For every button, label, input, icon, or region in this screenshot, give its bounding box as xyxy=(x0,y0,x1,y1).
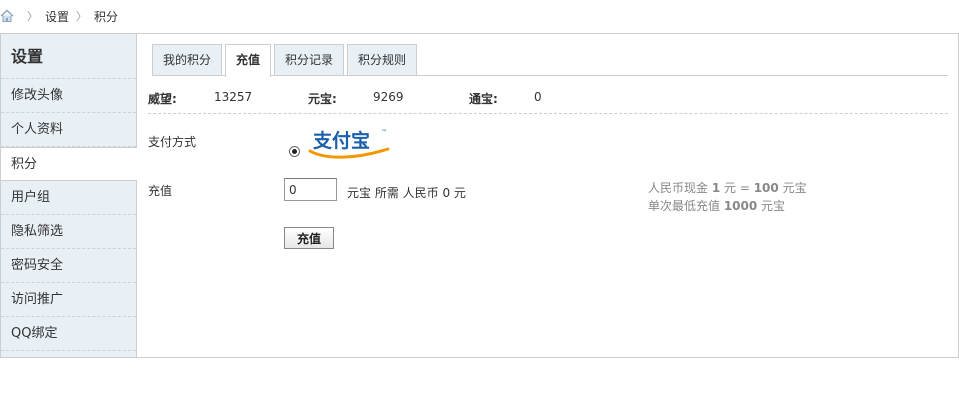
rate-prefix: 人民币现金 xyxy=(648,181,712,195)
sidebar-item-usergroup[interactable]: 用户组 xyxy=(1,181,136,215)
payment-method-label: 支付方式 xyxy=(148,135,197,149)
sidebar-item-qq-binding[interactable]: QQ绑定 xyxy=(1,317,136,351)
breadcrumb: 〉 设置 〉 积分 xyxy=(0,6,118,26)
sidebar-item-avatar[interactable]: 修改头像 xyxy=(1,79,136,113)
points-stats: 威望: 13257 元宝: 9269 通宝: 0 xyxy=(148,90,948,114)
sidebar-title: 设置 xyxy=(1,34,136,79)
svg-text:™: ™ xyxy=(381,129,387,136)
sidebar-item-promotion[interactable]: 访问推广 xyxy=(1,283,136,317)
recharge-desc-prefix: 元宝 所需 人民币 xyxy=(347,186,443,200)
stat-label-tongbao: 通宝: xyxy=(469,92,498,106)
recharge-label: 充值 xyxy=(148,184,173,198)
minimum-recharge-info: 单次最低充值 1000 元宝 xyxy=(648,197,785,214)
rate-amount: 100 xyxy=(753,181,779,195)
alipay-logo-text: 支付宝 xyxy=(312,129,370,152)
stat-label-prestige: 威望: xyxy=(148,92,177,106)
min-prefix: 单次最低充值 xyxy=(648,199,724,213)
stat-label-yuanbao: 元宝: xyxy=(308,92,337,106)
tab-recharge[interactable]: 充值 xyxy=(225,44,272,77)
recharge-amount-input[interactable] xyxy=(284,178,337,201)
breadcrumb-separator: 〉 xyxy=(27,10,38,23)
recharge-submit-button[interactable]: 充值 xyxy=(284,227,334,249)
rate-suffix: 元宝 xyxy=(778,181,807,195)
tab-points-log[interactable]: 积分记录 xyxy=(274,44,345,75)
home-icon[interactable] xyxy=(0,9,14,23)
sidebar-item-privacy[interactable]: 隐私筛选 xyxy=(1,215,136,249)
stat-value-yuanbao: 9269 xyxy=(373,90,404,104)
rate-rmb: 1 xyxy=(711,181,721,195)
breadcrumb-separator: 〉 xyxy=(76,10,88,23)
tab-my-points[interactable]: 我的积分 xyxy=(152,44,223,75)
sidebar: 设置 修改头像 个人资料 积分 用户组 隐私筛选 密码安全 访问推广 QQ绑定 xyxy=(1,34,137,357)
min-amount: 1000 xyxy=(723,199,758,213)
main-content: 我的积分 充值 积分记录 积分规则 威望: 13257 元宝: 9269 通宝:… xyxy=(138,34,958,357)
rate-mid: 元 = xyxy=(720,181,754,195)
sidebar-item-points[interactable]: 积分 xyxy=(1,147,137,181)
sidebar-item-profile[interactable]: 个人资料 xyxy=(1,113,136,147)
stat-value-prestige: 13257 xyxy=(214,90,253,104)
settings-panel: 设置 修改头像 个人资料 积分 用户组 隐私筛选 密码安全 访问推广 QQ绑定 … xyxy=(0,33,959,358)
exchange-rate-info: 人民币现金 1 元 = 100 元宝 xyxy=(648,179,807,196)
tab-bar: 我的积分 充值 积分记录 积分规则 xyxy=(152,44,948,77)
recharge-amount-desc: 元宝 所需 人民币 0 元 xyxy=(347,184,466,201)
sidebar-item-password[interactable]: 密码安全 xyxy=(1,249,136,283)
tab-points-rules[interactable]: 积分规则 xyxy=(347,44,418,75)
recharge-rmb-amount: 0 xyxy=(442,186,451,200)
min-suffix: 元宝 xyxy=(757,199,786,213)
alipay-radio[interactable] xyxy=(289,146,300,157)
stat-value-tongbao: 0 xyxy=(534,90,542,104)
recharge-desc-suffix: 元 xyxy=(450,186,466,200)
alipay-logo[interactable]: 支付宝 ™ xyxy=(308,127,390,159)
breadcrumb-item-points[interactable]: 积分 xyxy=(94,8,118,25)
breadcrumb-item-settings[interactable]: 设置 xyxy=(45,8,69,25)
